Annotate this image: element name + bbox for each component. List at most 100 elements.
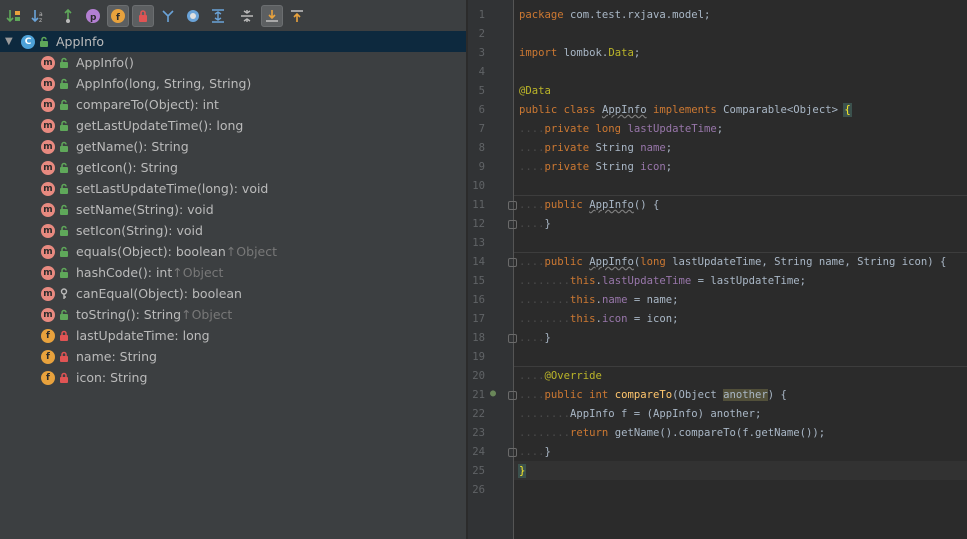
code-line[interactable]: } (517, 462, 527, 481)
member-label: hashCode(): int (76, 265, 173, 280)
protected-key-icon (58, 287, 70, 300)
method-separator (514, 252, 967, 253)
code-line[interactable]: ....private String icon; (519, 158, 672, 177)
public-lock-icon (58, 78, 70, 90)
public-lock-icon (58, 225, 70, 237)
tree-field-item[interactable]: f name: String (0, 346, 466, 367)
line-number: 8 (478, 142, 485, 154)
member-label: compareTo(Object): int (76, 97, 219, 112)
fold-marker-icon[interactable] (508, 220, 517, 229)
method-icon: m (41, 286, 55, 301)
show-fields-button[interactable]: f (107, 4, 129, 27)
method-icon: m (41, 160, 55, 175)
expand-all-button[interactable] (207, 5, 229, 27)
show-lambdas-button[interactable] (157, 5, 179, 27)
autoscroll-to-source-icon (264, 8, 280, 24)
code-line[interactable]: ....@Override (519, 367, 602, 386)
public-lock-icon (58, 183, 70, 195)
tree-method-item[interactable]: m AppInfo() (0, 52, 466, 73)
fold-marker-icon[interactable] (508, 201, 517, 210)
line-number: 22 (472, 408, 485, 420)
public-lock-icon (58, 267, 70, 279)
line-number: 4 (478, 66, 485, 78)
sort-by-visibility-icon (6, 8, 22, 24)
inherited-from-label: ↑Object (225, 244, 278, 259)
collapse-all-icon (239, 8, 255, 24)
fold-marker-icon[interactable] (508, 258, 517, 267)
code-line[interactable]: package com.test.rxjava.model; (519, 6, 710, 25)
public-lock-icon (58, 309, 70, 321)
line-number: 24 (472, 446, 485, 458)
code-line[interactable]: ....public int compareTo(Object another)… (519, 386, 787, 405)
code-line[interactable]: public class AppInfo implements Comparab… (519, 101, 852, 120)
private-lock-icon (58, 330, 70, 342)
code-line[interactable]: ........this.name = name; (519, 291, 678, 310)
line-number: 18 (472, 332, 485, 344)
autoscroll-to-source-button[interactable] (261, 4, 283, 27)
line-number: 13 (472, 237, 485, 249)
private-lock-icon (58, 351, 70, 363)
member-label: equals(Object): boolean (76, 244, 226, 259)
implements-method-icon[interactable]: ● (490, 388, 496, 399)
member-label: getIcon(): String (76, 160, 178, 175)
tree-method-item[interactable]: m hashCode(): int ↑Object (0, 262, 466, 283)
line-number: 20 (472, 370, 485, 382)
show-properties-button[interactable]: p (82, 5, 104, 27)
member-label: setIcon(String): void (76, 223, 203, 238)
code-line[interactable]: ....} (519, 329, 551, 348)
autoscroll-from-source-button[interactable] (286, 5, 308, 27)
tree-field-item[interactable]: f icon: String (0, 367, 466, 388)
tree-root-class[interactable]: ▼ C AppInfo (0, 31, 466, 52)
code-line[interactable]: ....public AppInfo() { (519, 196, 659, 215)
member-list: m AppInfo() m AppInfo(long, String, String)… (0, 52, 466, 388)
code-line[interactable]: ........return getName().compareTo(f.get… (519, 424, 825, 443)
tree-method-item[interactable]: m getLastUpdateTime(): long (0, 115, 466, 136)
expand-arrow-icon[interactable]: ▼ (5, 36, 17, 47)
fold-marker-icon[interactable] (508, 334, 517, 343)
inherited-from-label: ↑Object (181, 307, 233, 322)
line-number: 16 (472, 294, 485, 306)
line-number: 12 (472, 218, 485, 230)
tree-method-item[interactable]: m AppInfo(long, String, String) (0, 73, 466, 94)
code-line[interactable]: @Data (519, 82, 551, 101)
collapse-all-button[interactable] (236, 5, 258, 27)
tree-method-item[interactable]: m getIcon(): String (0, 157, 466, 178)
code-editor[interactable]: 1 2 3 4 5 6 7 8 9 10 11 12 13 14 15 16 17 18 19 20 21 ● 22 23 24… (468, 0, 967, 539)
code-line[interactable]: ........this.lastUpdateTime = lastUpdate… (519, 272, 806, 291)
field-icon: f (41, 328, 55, 343)
code-line[interactable]: ....private long lastUpdateTime; (519, 120, 723, 139)
method-separator (514, 195, 967, 196)
show-anonymous-button[interactable] (182, 5, 204, 27)
tree-method-item[interactable]: m getName(): String (0, 136, 466, 157)
code-line[interactable]: ........AppInfo f = (AppInfo) another; (519, 405, 761, 424)
tree-method-item[interactable]: m setLastUpdateTime(long): void (0, 178, 466, 199)
show-non-public-button[interactable] (132, 4, 154, 27)
structure-panel: az p f ▼ C AppInfo m AppInfo() m AppInfo(long… (0, 0, 467, 539)
fold-marker-icon[interactable] (508, 448, 517, 457)
fold-marker-icon[interactable] (508, 391, 517, 400)
line-number: 17 (472, 313, 485, 325)
sort-alphabetically-button[interactable]: az (28, 5, 50, 27)
code-line[interactable]: ........this.icon = icon; (519, 310, 678, 329)
tree-method-item[interactable]: m equals(Object): boolean ↑Object (0, 241, 466, 262)
line-number: 9 (478, 161, 485, 173)
sort-by-visibility-button[interactable] (3, 5, 25, 27)
code-line[interactable]: ....} (519, 443, 551, 462)
code-line[interactable]: ....public AppInfo(long lastUpdateTime, … (519, 253, 946, 272)
inherited-from-label: ↑Object (172, 265, 224, 280)
member-label: setName(String): void (76, 202, 214, 217)
member-label: lastUpdateTime: long (76, 328, 210, 343)
public-lock-icon (58, 141, 70, 153)
code-line[interactable]: ....} (519, 215, 551, 234)
tree-method-item[interactable]: m toString(): String ↑Object (0, 304, 466, 325)
code-line[interactable]: ....private String name; (519, 139, 672, 158)
root-label: AppInfo (56, 34, 105, 49)
tree-method-item[interactable]: m compareTo(Object): int (0, 94, 466, 115)
code-line[interactable]: import lombok.Data; (519, 44, 640, 63)
tree-method-item[interactable]: m setIcon(String): void (0, 220, 466, 241)
expand-all-icon (210, 8, 226, 24)
tree-method-item[interactable]: m canEqual(Object): boolean (0, 283, 466, 304)
show-inherited-button[interactable] (57, 5, 79, 27)
tree-method-item[interactable]: m setName(String): void (0, 199, 466, 220)
tree-field-item[interactable]: f lastUpdateTime: long (0, 325, 466, 346)
